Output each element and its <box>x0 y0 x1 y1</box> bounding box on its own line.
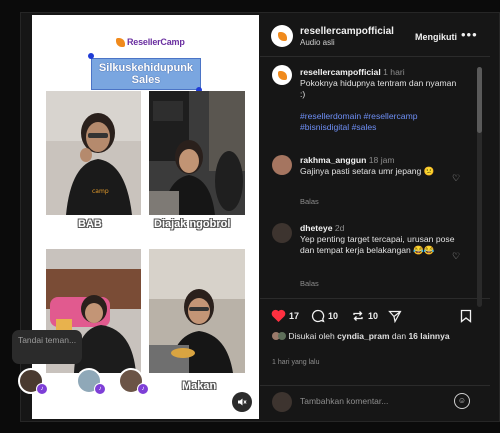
avatar[interactable] <box>272 223 292 243</box>
tag-badge-icon: ♪ <box>94 383 106 395</box>
tag-tooltip-text: Tandai teman... <box>17 335 77 345</box>
reply-button[interactable]: Balas <box>300 279 319 288</box>
hashtags[interactable]: #resellerdomain #resellercamp #bisnisdig… <box>300 111 418 132</box>
avatar <box>272 392 292 412</box>
comment-text: Pokoknya hidupnya tentram dan nyaman :) <box>300 78 457 99</box>
post-header: resellercampofficial Audio asli Mengikut… <box>260 15 490 57</box>
comment-body: dheteye 2d Yep penting target tercapai, … <box>300 223 460 256</box>
speaker-muted-icon[interactable] <box>232 392 252 412</box>
comments-scrollbar[interactable] <box>477 67 482 307</box>
svg-text:camp: camp <box>92 188 109 195</box>
avatar[interactable] <box>272 65 292 85</box>
reply-button[interactable]: Balas <box>300 197 319 206</box>
tag-tooltip: Tandai teman... <box>12 330 82 364</box>
photo-diajak-ngobrol <box>149 91 245 215</box>
avatar[interactable] <box>272 155 292 175</box>
logo-mark-icon <box>277 70 287 80</box>
comment-body: rakhma_anggun 18 jam Gajinya pasti setar… <box>300 155 460 177</box>
title-text: Silkuskehidupunk Sales <box>98 62 194 86</box>
liked-by: Disukai oleh cyndia_pram dan 16 lainnya <box>272 331 472 342</box>
tag-badge-icon: ♪ <box>137 383 149 395</box>
comments-count: 10 <box>328 311 339 321</box>
caption-diajak-ngobrol: Diajak ngobrol <box>154 218 231 230</box>
scrollbar-thumb[interactable] <box>477 67 482 133</box>
send-icon[interactable] <box>388 309 402 323</box>
post-date: 1 hari yang lalu <box>272 359 320 366</box>
comment-input[interactable]: Tambahkan komentar... <box>300 396 388 406</box>
header-username[interactable]: resellercampofficial <box>300 26 394 37</box>
post-side-panel: resellercampofficial Audio asli Mengikut… <box>260 15 490 419</box>
reposts-count: 10 <box>368 311 379 321</box>
resize-handle[interactable] <box>88 53 94 59</box>
liker-avatar <box>278 332 286 340</box>
likes-count: 17 <box>289 311 300 321</box>
share-action[interactable] <box>388 309 402 323</box>
post-actions: 17 10 10 Disukai oleh cyndia_pram dan 16… <box>260 298 490 417</box>
comment-text: Yep penting target tercapai, urusan pose… <box>300 234 455 255</box>
logo-mark-icon <box>116 37 125 47</box>
brand-logo: ResellerCamp <box>116 37 185 47</box>
like-action[interactable]: 17 <box>271 309 299 323</box>
comment-username[interactable]: dheteye <box>300 223 332 233</box>
caption-makan: Makan <box>182 380 217 392</box>
comment-time: 1 hari <box>383 67 405 77</box>
heart-filled-icon[interactable] <box>271 309 286 323</box>
audio-label[interactable]: Audio asli <box>300 38 335 47</box>
more-dots-icon[interactable]: ••• <box>461 27 478 42</box>
repost-icon[interactable] <box>351 309 365 323</box>
avatar[interactable] <box>271 25 293 47</box>
liked-by-prefix: Disukai oleh <box>288 331 335 341</box>
comment-time: 18 jam <box>368 155 395 165</box>
comment-composer: Tambahkan komentar... ☺ <box>260 385 490 418</box>
comment-username[interactable]: resellercampofficial <box>300 67 381 77</box>
following-button[interactable]: Mengikuti <box>415 32 457 42</box>
logo-text: ResellerCamp <box>127 37 185 47</box>
comment-text: Gajinya pasti setara umr jepang 😕 <box>300 166 435 176</box>
bookmark-icon[interactable] <box>460 309 472 323</box>
liked-by-others[interactable]: 16 lainnya <box>408 331 449 341</box>
comment-username[interactable]: rakhma_anggun <box>300 155 366 165</box>
emoji-icon[interactable]: ☺ <box>454 393 470 409</box>
caption-bab: BAB <box>78 218 102 230</box>
photo-bab: camp <box>46 91 141 215</box>
photo-makan <box>149 249 245 373</box>
title-text-box[interactable]: Silkuskehidupunk Sales <box>91 58 201 90</box>
heart-outline-icon[interactable]: ♡ <box>452 251 460 262</box>
liked-by-user[interactable]: cyndia_pram <box>337 331 389 341</box>
heart-outline-icon[interactable]: ♡ <box>452 173 460 184</box>
logo-mark-icon <box>277 31 287 41</box>
comment-time: 2d <box>334 223 345 233</box>
comment-bubble-icon[interactable] <box>311 309 325 323</box>
save-action[interactable] <box>460 309 472 323</box>
comment-action[interactable]: 10 <box>311 309 338 323</box>
repost-action[interactable]: 10 <box>351 309 378 323</box>
liked-by-and: dan <box>391 331 407 341</box>
comment-body: resellercampofficial 1 hari Pokoknya hid… <box>300 67 460 133</box>
tag-badge-icon: ♪ <box>36 383 48 395</box>
